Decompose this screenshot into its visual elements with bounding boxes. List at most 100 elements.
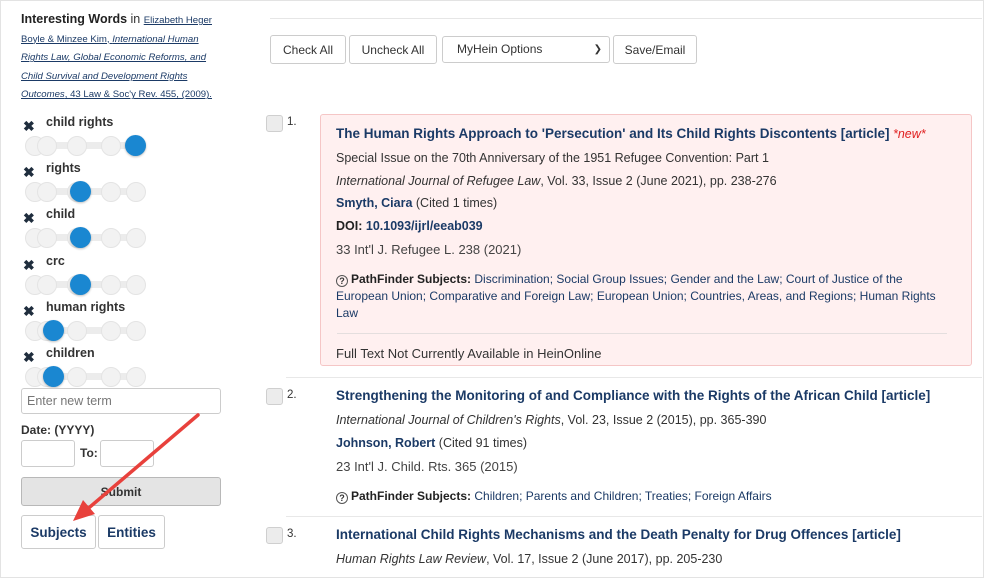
doi-label: DOI: — [336, 219, 363, 233]
heading-in: in — [127, 12, 144, 26]
slider-stop[interactable] — [37, 136, 57, 156]
journal-name: International Journal of Children's Righ… — [336, 413, 561, 427]
author-link[interactable]: Johnson, Robert — [336, 436, 435, 450]
result-title-link[interactable]: International Child Rights Mechanisms an… — [336, 527, 901, 542]
slider-knob[interactable] — [70, 181, 92, 203]
slider-stop[interactable] — [101, 274, 121, 295]
term-label: child — [46, 207, 76, 222]
slider-stop[interactable] — [67, 367, 87, 387]
cited-count: (Cited 91 times) — [435, 436, 528, 450]
slider-knob[interactable] — [125, 135, 146, 156]
slider-stop[interactable] — [67, 320, 87, 341]
result-divider — [286, 377, 982, 378]
term-weight-slider[interactable] — [25, 319, 147, 342]
uncheck-all-button[interactable]: Uncheck All — [349, 35, 437, 64]
term-label: child rights — [46, 115, 114, 129]
pathfinder-subjects: ? PathFinder Subjects: Discrimination; So… — [336, 271, 948, 322]
slider-knob[interactable] — [43, 366, 64, 387]
term-weight-slider[interactable] — [25, 366, 147, 388]
slider-stop[interactable] — [126, 274, 146, 295]
slider-stop[interactable] — [37, 182, 57, 203]
slider-knob[interactable] — [70, 227, 92, 249]
term-weight-slider[interactable] — [25, 273, 147, 296]
result-checkbox[interactable] — [266, 115, 283, 132]
slider-stop[interactable] — [101, 136, 121, 156]
remove-term-icon[interactable]: ✖ — [23, 257, 35, 274]
slider-stop[interactable] — [101, 320, 121, 341]
remove-term-icon[interactable]: ✖ — [23, 164, 35, 181]
interesting-term: ✖ rights — [21, 161, 161, 210]
result-journal: International Journal of Refugee Law, Vo… — [336, 174, 777, 188]
slider-stop[interactable] — [101, 367, 121, 387]
pathfinder-label: PathFinder Subjects: — [351, 489, 472, 503]
term-label: rights — [46, 161, 81, 176]
slider-knob[interactable] — [70, 273, 92, 295]
doi-link[interactable]: 10.1093/ijrl/eeab039 — [366, 219, 483, 233]
save-email-button[interactable]: Save/Email — [613, 35, 697, 64]
journal-name: International Journal of Refugee Law — [336, 174, 541, 188]
slider-stop[interactable] — [126, 320, 146, 341]
result-title-link[interactable]: Strengthening the Monitoring of and Comp… — [336, 388, 930, 403]
result-checkbox[interactable] — [266, 527, 283, 544]
result-journal: Human Rights Law Review, Vol. 17, Issue … — [336, 552, 722, 566]
term-weight-slider[interactable] — [25, 227, 147, 249]
slider-stop[interactable] — [126, 228, 146, 249]
author-link[interactable]: Smyth, Ciara — [336, 196, 412, 210]
result-doi: DOI: 10.1093/ijrl/eeab039 — [336, 219, 483, 233]
slider-stop[interactable] — [101, 228, 121, 249]
fulltext-status: Full Text Not Currently Available in Hei… — [336, 346, 602, 361]
journal-details: , Vol. 23, Issue 2 (2015), pp. 365-390 — [560, 413, 767, 427]
date-to-label: To: — [80, 446, 98, 460]
subject-links[interactable]: Children; Parents and Children; Treaties… — [474, 489, 771, 503]
term-weight-slider[interactable] — [25, 135, 147, 157]
help-icon[interactable]: ? — [336, 275, 348, 287]
check-all-button[interactable]: Check All — [270, 35, 346, 64]
remove-term-icon[interactable]: ✖ — [23, 210, 35, 227]
term-label: crc — [46, 253, 65, 268]
slider-knob[interactable] — [43, 319, 64, 341]
myhein-options-select[interactable]: MyHein Options ❯ — [442, 36, 610, 63]
new-term-input[interactable] — [21, 388, 221, 414]
date-to-input[interactable] — [100, 440, 154, 467]
journal-details: , Vol. 33, Issue 2 (June 2021), pp. 238-… — [540, 174, 777, 188]
subjects-button[interactable]: Subjects — [21, 515, 96, 549]
remove-term-icon[interactable]: ✖ — [23, 303, 35, 320]
interesting-words-heading: Interesting Words in Elizabeth Heger Boy… — [21, 11, 221, 104]
slider-stop[interactable] — [37, 228, 57, 249]
result-checkbox[interactable] — [266, 388, 283, 405]
submit-button[interactable]: Submit — [21, 477, 221, 506]
slider-stop[interactable] — [37, 274, 57, 295]
journal-details: , Vol. 17, Issue 2 (June 2017), pp. 205-… — [486, 552, 723, 566]
source-cite: , 43 Law & Soc'y Rev. 455, (2009). — [64, 89, 212, 101]
slider-stop[interactable] — [126, 182, 146, 203]
results-panel: Check All Uncheck All MyHein Options ❯ S… — [248, 6, 982, 572]
source-document-link[interactable]: Elizabeth Heger Boyle & Minzee Kim, Inte… — [21, 15, 212, 100]
result-inner-divider — [337, 333, 947, 334]
result-title-link[interactable]: The Human Rights Approach to 'Persecutio… — [336, 126, 889, 141]
pathfinder-label: PathFinder Subjects: — [351, 272, 472, 286]
slider-stop[interactable] — [67, 136, 87, 156]
new-badge: *new* — [892, 127, 926, 141]
pathfinder-subjects: ? PathFinder Subjects: Children; Parents … — [336, 488, 948, 505]
chevron-down-icon: ❯ — [593, 44, 602, 55]
entities-button[interactable]: Entities — [98, 515, 165, 549]
interesting-term: ✖ human rights — [21, 299, 161, 349]
top-divider — [270, 18, 982, 19]
result-number: 3. — [287, 528, 297, 540]
heading-label: Interesting Words — [21, 12, 128, 26]
myhein-options-value: MyHein Options — [457, 42, 543, 56]
result-citation: 23 Int'l J. Child. Rts. 365 (2015) — [336, 459, 518, 474]
interesting-term: ✖ crc — [21, 253, 161, 303]
cited-count: (Cited 1 times) — [412, 196, 498, 210]
remove-term-icon[interactable]: ✖ — [23, 118, 35, 135]
slider-stop[interactable] — [101, 182, 121, 203]
help-icon[interactable]: ? — [336, 492, 348, 504]
remove-term-icon[interactable]: ✖ — [23, 349, 35, 366]
term-label: human rights — [46, 299, 126, 314]
slider-stop[interactable] — [126, 367, 146, 387]
result-citation: 33 Int'l J. Refugee L. 238 (2021) — [336, 242, 522, 257]
result-author: Smyth, Ciara (Cited 1 times) — [336, 196, 497, 210]
term-weight-slider[interactable] — [25, 181, 147, 203]
date-from-input[interactable] — [21, 440, 75, 467]
interesting-term: ✖ child — [21, 207, 161, 256]
